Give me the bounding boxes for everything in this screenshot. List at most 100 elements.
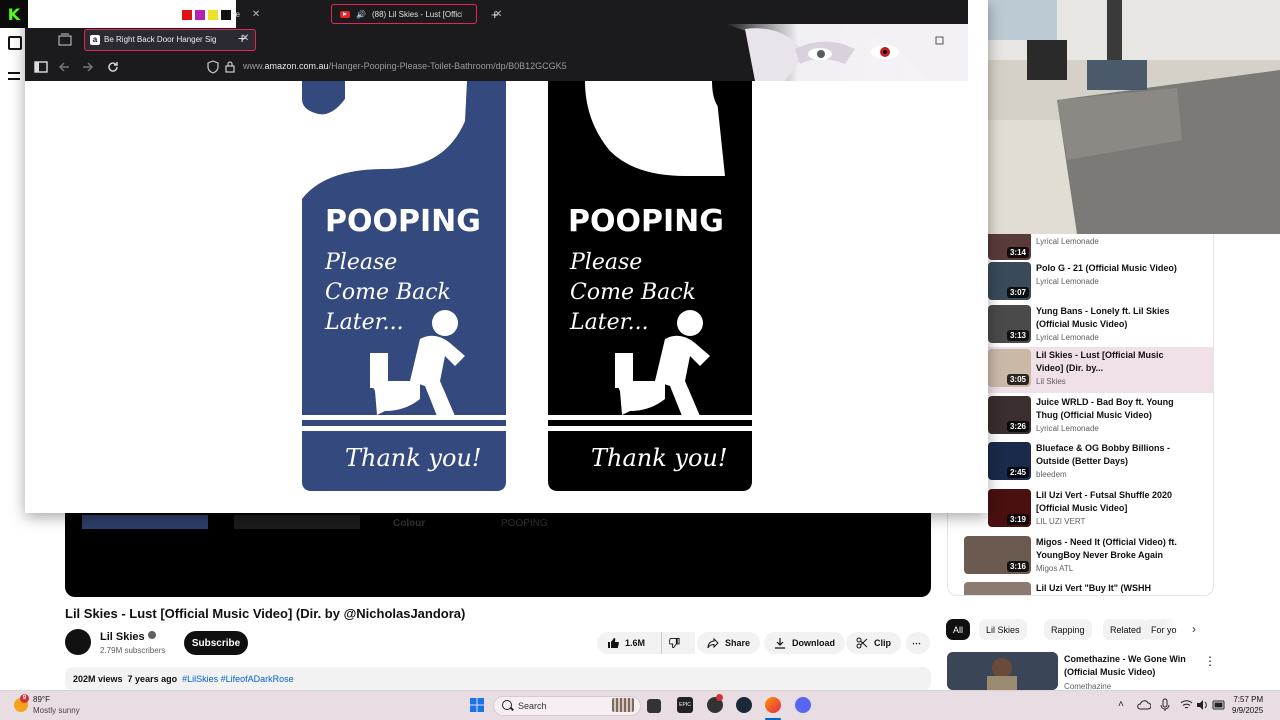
playlist-item-channel[interactable]: Lyrical Lemonade: [1036, 424, 1099, 433]
new-tab-button[interactable]: +: [483, 4, 507, 24]
playlist-item-channel[interactable]: Lyrical Lemonade: [1036, 277, 1099, 286]
playlist-thumbnail[interactable]: 2:45: [988, 442, 1031, 480]
clip-button[interactable]: Clip: [846, 632, 901, 654]
download-button[interactable]: Download: [764, 632, 845, 654]
playlist-item-title[interactable]: Migos - Need It (Official Video) ft. You…: [1036, 536, 1186, 562]
chip-lil-skies[interactable]: Lil Skies: [979, 619, 1027, 640]
playlist-item-title[interactable]: Lil Skies - Lust [Official Music Video] …: [1036, 349, 1186, 375]
swatch-black[interactable]: [221, 10, 231, 20]
share-button[interactable]: Share: [697, 632, 761, 654]
chip-for-you[interactable]: For yo: [1144, 619, 1178, 640]
playlist-item-channel[interactable]: LIL UZI VERT: [1036, 517, 1085, 526]
lock-icon[interactable]: [223, 60, 237, 74]
tab-label: Be Right Back Door Hanger Sig: [104, 35, 216, 44]
discord-icon[interactable]: [795, 697, 811, 713]
cloud-icon[interactable]: [1137, 699, 1151, 711]
playlist-item-title[interactable]: Yung Bans - Lonely ft. Lil Skies (Offici…: [1036, 305, 1186, 331]
playlist-item-channel[interactable]: Lyrical Lemonade: [1036, 237, 1099, 246]
svg-text:Come Back: Come Back: [570, 280, 696, 305]
recommendation-thumbnail[interactable]: [947, 652, 1058, 690]
playlist-item-channel[interactable]: bleedem: [1036, 470, 1067, 479]
door-hanger-right: POOPING Please Come Back Later... Thank …: [548, 81, 752, 491]
back-icon[interactable]: [57, 60, 71, 74]
new-tab-icon[interactable]: +: [238, 30, 246, 46]
channel-name[interactable]: Lil Skies: [100, 631, 156, 643]
playlist-item[interactable]: 3:16 Migos - Need It (Official Video) ft.…: [948, 534, 1213, 580]
weather-condition[interactable]: Mostly sunny: [33, 706, 80, 715]
firefox-icon[interactable]: [765, 697, 781, 713]
svg-text:Later...: Later...: [324, 310, 404, 335]
playlist-item-channel[interactable]: Lil Skies: [1036, 377, 1066, 386]
playlist-thumbnail[interactable]: 3:07: [988, 262, 1031, 300]
description-box[interactable]: 202M views 7 years ago #LilSkies #Lifeof…: [65, 667, 931, 691]
tab-list-icon[interactable]: [58, 33, 72, 47]
url-bar[interactable]: www.amazon.com.au/Hanger-Pooping-Please-…: [243, 61, 567, 71]
channel-name-text[interactable]: Lil Skies: [100, 631, 145, 643]
system-clock[interactable]: 7:57 PM 9/9/2025: [1232, 694, 1263, 716]
forward-icon[interactable]: [81, 60, 95, 74]
product-thumb-strip: [82, 515, 208, 529]
dislike-button[interactable]: [661, 632, 687, 654]
browser-window: be ✕ 🔊 (88) Lil Skies - Lust [Official ✕…: [25, 0, 988, 513]
playlist-item-title[interactable]: Dangerous (Official Music Video): [1036, 234, 1186, 235]
shield-icon[interactable]: [206, 60, 220, 74]
playlist-thumbnail[interactable]: [964, 582, 1031, 595]
sidebar-icon[interactable]: [34, 60, 48, 74]
steam-icon[interactable]: [736, 697, 752, 713]
view-count: 202M views: [73, 674, 123, 684]
thumbs-up-icon: [608, 638, 619, 648]
spec-value: POOPING: [501, 518, 548, 529]
chip-related[interactable]: Related: [1103, 619, 1149, 640]
amazon-product-image[interactable]: POOPING Please Come Back Later... Thank …: [25, 81, 988, 513]
playlist-thumbnail[interactable]: 3:05: [988, 349, 1031, 387]
speaker-icon[interactable]: [1196, 699, 1209, 711]
more-actions-button[interactable]: ⋯: [906, 632, 930, 654]
playlist-item-channel[interactable]: Migos ATL: [1036, 564, 1073, 573]
scissors-icon: [856, 637, 868, 649]
epic-games-icon[interactable]: EPIC: [677, 697, 693, 713]
swatch-red[interactable]: [182, 10, 192, 20]
playlist-item[interactable]: Lil Uzi Vert "Buy It" (WSHH: [948, 580, 1213, 595]
windows-start-icon[interactable]: [469, 697, 485, 713]
svg-text:Please: Please: [324, 250, 397, 275]
microphone-icon[interactable]: [1159, 698, 1171, 712]
wifi-icon[interactable]: [1180, 699, 1193, 711]
playlist-thumbnail[interactable]: 3:26: [988, 396, 1031, 434]
subscribe-button[interactable]: Subscribe: [184, 631, 248, 655]
menu-icon[interactable]: [8, 72, 20, 80]
channel-avatar[interactable]: [65, 629, 91, 655]
playlist-thumbnail[interactable]: 3:19: [988, 489, 1031, 527]
recommendation-title[interactable]: Comethazine - We Gone Win (Official Musi…: [1064, 653, 1194, 679]
playlist-item-title[interactable]: Lil Uzi Vert "Buy It" (WSHH: [1036, 582, 1186, 595]
clock-date: 9/9/2025: [1232, 706, 1264, 715]
chip-all[interactable]: All: [946, 619, 971, 640]
chevron-right-icon[interactable]: ›: [1192, 622, 1196, 636]
close-icon[interactable]: ✕: [252, 9, 260, 20]
chip-rapping[interactable]: Rapping: [1044, 619, 1092, 640]
playlist-item-title[interactable]: Blueface & OG Bobby Billions - Outside (…: [1036, 442, 1186, 468]
search-icon: [502, 700, 512, 710]
temperature[interactable]: 89°F: [33, 695, 50, 704]
playlist-item-title[interactable]: Polo G - 21 (Official Music Video): [1036, 262, 1186, 275]
reload-icon[interactable]: [106, 60, 120, 74]
playlist-thumbnail[interactable]: 3:13: [988, 305, 1031, 343]
playlist-thumbnail[interactable]: 3:16: [964, 536, 1031, 574]
playlist-item-channel[interactable]: Lyrical Lemonade: [1036, 333, 1099, 342]
tab-amazon[interactable]: a Be Right Back Door Hanger Sig ✕: [84, 29, 256, 51]
swatch-yellow[interactable]: [208, 10, 218, 20]
svg-text:Come Back: Come Back: [325, 280, 451, 305]
svg-text:Later...: Later...: [569, 310, 649, 335]
chevron-up-icon[interactable]: ˄: [1118, 699, 1124, 710]
battery-icon[interactable]: [1212, 700, 1226, 710]
share-label: Share: [725, 638, 751, 648]
playlist-item-title[interactable]: Lil Uzi Vert - Futsal Shuffle 2020 [Offi…: [1036, 489, 1186, 515]
tab-youtube-video[interactable]: 🔊 (88) Lil Skies - Lust [Official: [331, 4, 477, 24]
window-icon[interactable]: [8, 36, 22, 50]
playlist-thumbnail[interactable]: 3:14: [988, 234, 1031, 260]
swatch-purple[interactable]: [195, 10, 205, 20]
hashtags[interactable]: #LilSkies #LifeofADarkRose: [182, 674, 294, 684]
search-highlight-icon[interactable]: [612, 698, 634, 712]
task-view-icon[interactable]: [647, 699, 661, 713]
more-vert-icon[interactable]: ⋮: [1204, 654, 1216, 668]
playlist-item-title[interactable]: Juice WRLD - Bad Boy ft. Young Thug (Off…: [1036, 396, 1186, 422]
